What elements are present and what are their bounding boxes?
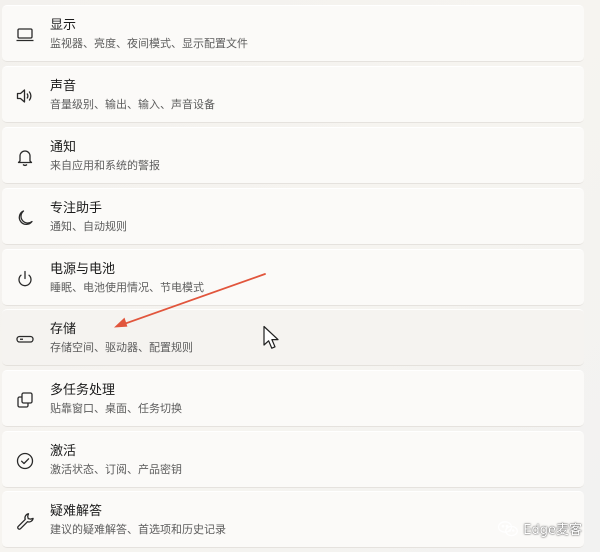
settings-item-sound[interactable]: 声音 音量级别、输出、输入、声音设备	[2, 66, 584, 123]
settings-item-subtitle: 音量级别、输出、输入、声音设备	[50, 98, 215, 111]
settings-item-subtitle: 通知、自动规则	[50, 220, 127, 233]
speaker-icon	[14, 85, 36, 107]
settings-item-title: 电源与电池	[50, 262, 116, 277]
watermark: Edge麦客	[497, 519, 582, 538]
settings-item-focus-assist[interactable]: 专注助手 通知、自动规则	[2, 188, 584, 245]
multitask-icon	[14, 389, 36, 411]
power-icon	[14, 268, 36, 290]
storage-icon	[14, 328, 36, 350]
settings-list: 显示 监视器、亮度、夜间模式、显示配置文件 声音 音量级别、输出、输入、声音设备…	[0, 0, 600, 552]
settings-item-subtitle: 睡眠、电池使用情况、节电模式	[50, 281, 204, 294]
mouse-cursor-icon	[263, 325, 279, 349]
settings-item-subtitle: 贴靠窗口、桌面、任务切换	[50, 402, 182, 415]
settings-item-title: 疑难解答	[50, 504, 103, 519]
settings-item-multitasking[interactable]: 多任务处理 贴靠窗口、桌面、任务切换	[2, 370, 584, 427]
watermark-text: Edge麦客	[523, 523, 582, 538]
monitor-icon	[14, 24, 36, 46]
settings-item-subtitle: 来自应用和系统的警报	[50, 159, 160, 172]
settings-item-title: 存储	[50, 322, 77, 337]
settings-item-subtitle: 监视器、亮度、夜间模式、显示配置文件	[50, 37, 248, 50]
check-circle-icon	[14, 450, 36, 472]
settings-item-subtitle: 激活状态、订阅、产品密钥	[50, 463, 182, 476]
wechat-icon	[497, 520, 519, 538]
settings-item-subtitle: 存储空间、驱动器、配置规则	[50, 341, 193, 354]
moon-icon	[14, 207, 36, 229]
settings-item-title: 声音	[50, 79, 77, 94]
settings-item-power-battery[interactable]: 电源与电池 睡眠、电池使用情况、节电模式	[2, 249, 584, 306]
settings-item-title: 激活	[50, 444, 77, 459]
settings-item-title: 专注助手	[50, 201, 103, 216]
settings-item-display[interactable]: 显示 监视器、亮度、夜间模式、显示配置文件	[2, 5, 584, 62]
settings-item-storage[interactable]: 存储 存储空间、驱动器、配置规则	[2, 309, 584, 366]
settings-item-title: 多任务处理	[50, 383, 116, 398]
wrench-icon	[14, 510, 36, 532]
settings-item-notifications[interactable]: 通知 来自应用和系统的警报	[2, 127, 584, 184]
bell-icon	[14, 146, 36, 168]
settings-item-title: 通知	[50, 140, 77, 155]
settings-item-title: 显示	[50, 18, 77, 33]
settings-item-activation[interactable]: 激活 激活状态、订阅、产品密钥	[2, 431, 584, 488]
settings-item-subtitle: 建议的疑难解答、首选项和历史记录	[50, 523, 226, 536]
